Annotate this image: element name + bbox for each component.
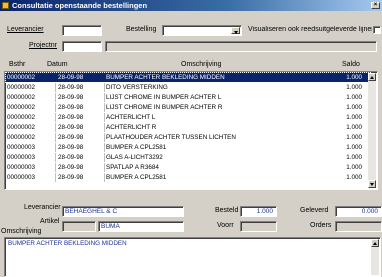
orders-field bbox=[335, 221, 382, 232]
cell-bsthr: 00000002 bbox=[7, 113, 56, 122]
table-row[interactable]: 00000003 28-09-98 BUMPER A CPL2581 1.000 bbox=[6, 173, 370, 182]
table-scrollbar[interactable] bbox=[368, 73, 376, 188]
project-description-field bbox=[105, 41, 377, 52]
table-row[interactable]: 00000002 28-09-98 BUMPER ACHTER BEKLEDING … bbox=[5, 72, 371, 83]
cell-omschrijving: ACHTERLICHT R bbox=[106, 124, 157, 131]
cell-datum: 28-09-98 bbox=[58, 113, 105, 122]
col-header-bsthr[interactable]: Bsthr bbox=[9, 61, 25, 68]
cell-omschrijving: LIJST CHROME IN BUMPER ACHTER R bbox=[106, 104, 223, 111]
cell-bsthr: 00000003 bbox=[7, 153, 56, 162]
cell-omschrijving: GLAS A-LICHT3292 bbox=[106, 154, 163, 161]
cell-omschrijving: SPATLAP A R3684 bbox=[106, 164, 159, 171]
cell-omschrijving: ACHTERLICHT L bbox=[106, 114, 156, 121]
cell-datum: 28-09-98 bbox=[58, 173, 105, 182]
cell-omschrijving: BUMPER A CPL2581 bbox=[106, 144, 167, 151]
geleverd-label: Geleverd bbox=[300, 207, 329, 214]
cell-datum: 28-09-98 bbox=[58, 133, 105, 142]
cell-saldo: 1.000 bbox=[346, 74, 362, 81]
cell-datum: 28-09-98 bbox=[58, 83, 105, 92]
cell-bsthr: 00000002 bbox=[7, 123, 56, 132]
cell-saldo: 1.000 bbox=[346, 104, 362, 111]
table-row[interactable]: 00000003 28-09-98 BUMPER A CPL2581 1.000 bbox=[6, 143, 370, 152]
table-row[interactable]: 00000002 28-09-98 ACHTERLICHT R 1.000 bbox=[6, 123, 370, 132]
orders-table: 00000002 28-09-98 BUMPER ACHTER BEKLEDING … bbox=[4, 71, 378, 190]
visualiseren-checkbox[interactable] bbox=[373, 26, 381, 34]
cell-saldo: 1.000 bbox=[346, 164, 362, 171]
besteld-field: 1.000 bbox=[240, 206, 277, 217]
cell-bsthr: 00000002 bbox=[7, 83, 56, 92]
detail-leverancier-field: BEHAEGHEL & C bbox=[62, 206, 184, 217]
orders-label: Orders bbox=[310, 222, 332, 229]
projectnr-label: Projectnr bbox=[29, 42, 57, 49]
description-memo[interactable]: BUMPER ACHTER BEKLEDING MIDDEN bbox=[4, 237, 381, 277]
cell-saldo: 1.000 bbox=[346, 134, 362, 141]
app-icon bbox=[2, 2, 9, 9]
window-title: Consultatie openstaande bestellingen bbox=[12, 1, 148, 10]
memo-scroll-up-icon[interactable] bbox=[371, 239, 379, 247]
close-button[interactable]: × bbox=[371, 2, 380, 9]
cell-bsthr: 00000002 bbox=[7, 133, 56, 142]
artikel-label: Artikel bbox=[40, 218, 60, 225]
col-header-datum[interactable]: Datum bbox=[47, 61, 68, 68]
cell-bsthr: 00000003 bbox=[7, 163, 56, 172]
cell-datum: 28-09-98 bbox=[58, 123, 105, 132]
voorr-label: Voorr bbox=[217, 222, 234, 229]
table-row[interactable]: 00000002 28-09-98 ACHTERLICHT L 1.000 bbox=[6, 113, 370, 122]
artikel-code-field bbox=[62, 221, 96, 232]
detail-leverancier-label: Leverancier bbox=[24, 204, 61, 211]
voorr-field bbox=[240, 221, 277, 232]
cell-omschrijving: DITO VERSTERKING bbox=[106, 84, 168, 91]
cell-datum: 28-09-98 bbox=[58, 153, 105, 162]
cell-saldo: 1.000 bbox=[346, 84, 362, 91]
besteld-label: Besteld bbox=[215, 207, 239, 214]
cell-omschrijving: PLAATHOUDER ACHTER TUSSEN LICHTEN bbox=[106, 134, 236, 141]
cell-saldo: 1.000 bbox=[346, 124, 362, 131]
cell-bsthr: 00000002 bbox=[7, 73, 56, 82]
cell-saldo: 1.000 bbox=[346, 114, 362, 121]
col-header-omschrijving[interactable]: Omschrijving bbox=[181, 61, 221, 68]
scroll-down-icon[interactable] bbox=[368, 180, 376, 188]
projectnr-label-text: Projectnr bbox=[29, 42, 58, 49]
cell-omschrijving: BUMPER ACHTER BEKLEDING MIDDEN bbox=[106, 74, 225, 81]
table-row[interactable]: 00000002 28-09-98 LIJST CHROME IN BUMPER A… bbox=[6, 103, 370, 112]
cell-datum: 28-09-98 bbox=[58, 93, 105, 102]
cell-bsthr: 00000002 bbox=[7, 93, 56, 102]
projectnr-input[interactable] bbox=[62, 41, 102, 52]
leverancier-input[interactable] bbox=[62, 25, 102, 36]
cell-datum: 28-09-98 bbox=[58, 163, 105, 172]
omschrijving-label: Omschrijving bbox=[1, 228, 42, 235]
cell-saldo: 1.000 bbox=[346, 144, 362, 151]
cell-omschrijving: BUMPER A CPL2581 bbox=[106, 174, 167, 181]
table-row[interactable]: 00000003 28-09-98 SPATLAP A R3684 1.000 bbox=[6, 163, 370, 172]
cell-datum: 28-09-98 bbox=[58, 103, 105, 112]
table-row[interactable]: 00000002 28-09-98 PLAATHOUDER ACHTER TUSSE… bbox=[6, 133, 370, 142]
memo-scrollbar[interactable] bbox=[371, 239, 379, 275]
table-row[interactable]: 00000002 28-09-98 DITO VERSTERKING 1.000 bbox=[6, 83, 370, 92]
cell-datum: 28-09-98 bbox=[58, 143, 105, 152]
cell-bsthr: 00000003 bbox=[7, 143, 56, 152]
cell-bsthr: 00000003 bbox=[7, 173, 56, 182]
geleverd-field: 0.000 bbox=[335, 206, 382, 217]
memo-text: BUMPER ACHTER BEKLEDING MIDDEN bbox=[8, 240, 127, 247]
cell-datum: 28-09-98 bbox=[58, 73, 105, 82]
cell-omschrijving: LIJST CHROME IN BUMPER ACHTER L bbox=[106, 94, 222, 101]
leverancier-label-text: Leverancier bbox=[7, 26, 44, 33]
visualiseren-label: Visualiseren ook reedsuitgeleverde lijne… bbox=[248, 26, 372, 33]
scroll-up-icon[interactable] bbox=[368, 73, 376, 81]
table-row[interactable]: 00000002 28-09-98 LIJST CHROME IN BUMPER A… bbox=[6, 93, 370, 102]
col-header-saldo[interactable]: Saldo bbox=[342, 61, 360, 68]
cell-saldo: 1.000 bbox=[346, 154, 362, 161]
leverancier-label: Leverancier bbox=[7, 26, 44, 33]
bestelling-label: Bestelling bbox=[126, 26, 157, 33]
cell-bsthr: 00000002 bbox=[7, 103, 56, 112]
chevron-down-icon[interactable] bbox=[231, 27, 240, 34]
table-row[interactable]: 00000003 28-09-98 GLAS A-LICHT3292 1.000 bbox=[6, 153, 370, 162]
artikel-field: BUMA bbox=[98, 221, 184, 232]
bestelling-select[interactable] bbox=[162, 25, 242, 36]
cell-saldo: 1.000 bbox=[346, 174, 362, 181]
title-bar: Consultatie openstaande bestellingen × bbox=[0, 0, 382, 11]
cell-saldo: 1.000 bbox=[346, 94, 362, 101]
